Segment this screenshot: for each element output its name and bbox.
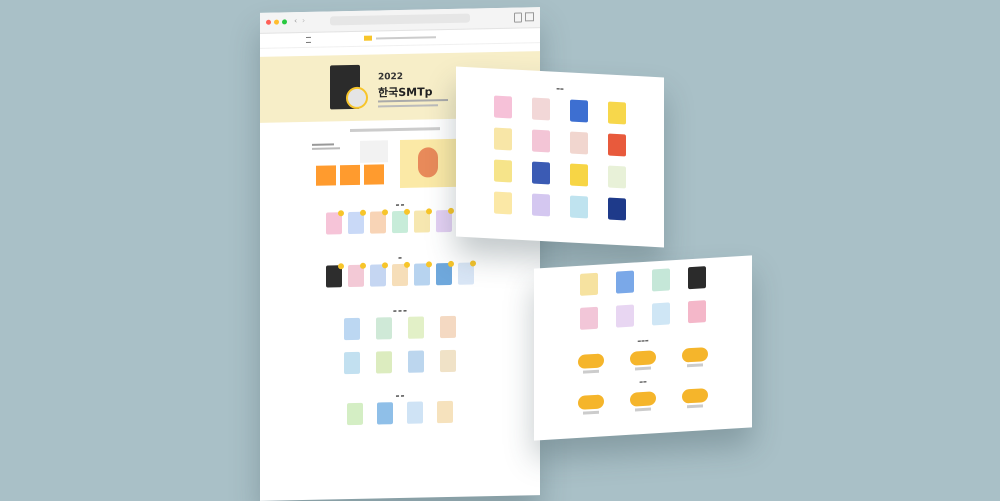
category-button[interactable] — [578, 394, 604, 415]
product-item[interactable] — [570, 99, 588, 123]
product-item[interactable] — [580, 272, 598, 296]
book-item[interactable] — [407, 401, 423, 424]
feature-card[interactable] — [340, 164, 360, 186]
book-row — [260, 399, 540, 427]
hero-disc — [346, 86, 368, 110]
close-dot-icon[interactable] — [266, 19, 271, 25]
tabs-icon[interactable] — [525, 12, 534, 22]
category-button[interactable] — [630, 350, 656, 371]
product-grid-page: ▬▬ — [456, 66, 664, 248]
book-item[interactable] — [347, 402, 363, 426]
book-item[interactable] — [370, 209, 388, 234]
category-row — [534, 344, 752, 374]
book-item[interactable] — [392, 208, 410, 234]
mockup-scene: ‹ › 2022 한국SMTp ▬ ▬ ▬ ▬ ▬ ▬ ▬ ▬ ▬▬ ▬▬▬ ▬… — [0, 0, 1000, 501]
book-row — [260, 314, 540, 342]
book-row — [260, 260, 540, 289]
minimize-dot-icon[interactable] — [274, 19, 279, 25]
book-item[interactable] — [414, 208, 432, 233]
book-item[interactable] — [414, 261, 432, 286]
hero-title: 한국SMTp — [378, 85, 433, 100]
category-button[interactable] — [630, 391, 656, 412]
product-item[interactable] — [494, 191, 512, 215]
maximize-dot-icon[interactable] — [282, 19, 287, 25]
hero-subtext — [378, 98, 448, 103]
section-title — [350, 127, 440, 133]
product-item[interactable] — [608, 133, 626, 157]
hero-year: 2022 — [378, 71, 404, 83]
category-row — [534, 385, 752, 415]
hero-subtext — [378, 104, 438, 108]
product-item[interactable] — [494, 95, 512, 119]
product-item[interactable] — [616, 304, 634, 328]
book-item[interactable] — [437, 400, 453, 424]
book-item[interactable] — [344, 317, 360, 341]
category-button[interactable] — [682, 388, 708, 409]
product-grid — [456, 94, 664, 223]
book-item[interactable] — [436, 260, 454, 286]
book-item[interactable] — [348, 262, 366, 288]
book-item[interactable] — [436, 207, 454, 233]
menu-icon[interactable] — [306, 36, 311, 43]
book-item[interactable] — [440, 349, 456, 373]
book-item[interactable] — [326, 210, 344, 235]
book-item[interactable] — [376, 317, 392, 340]
url-bar[interactable] — [330, 13, 470, 26]
product-item[interactable] — [570, 131, 588, 155]
product-item[interactable] — [616, 270, 634, 294]
feature-card[interactable] — [316, 165, 336, 186]
product-item[interactable] — [532, 193, 550, 217]
book-item[interactable] — [392, 261, 410, 287]
product-item[interactable] — [580, 306, 598, 330]
product-item[interactable] — [608, 101, 626, 125]
product-grid — [534, 263, 752, 332]
book-item[interactable] — [377, 402, 393, 425]
book-item[interactable] — [376, 351, 392, 374]
product-item[interactable] — [688, 300, 706, 324]
product-item[interactable] — [608, 197, 626, 221]
product-item[interactable] — [652, 268, 670, 292]
category-button[interactable] — [682, 347, 708, 368]
product-item[interactable] — [608, 165, 626, 189]
feature-text — [312, 143, 342, 156]
chevron-left-icon[interactable]: ‹ — [294, 16, 297, 25]
book-item[interactable] — [326, 263, 344, 288]
book-item[interactable] — [458, 260, 476, 285]
book-item[interactable] — [440, 315, 456, 339]
product-item[interactable] — [570, 195, 588, 219]
product-item[interactable] — [532, 97, 550, 121]
book-item[interactable] — [408, 316, 424, 339]
product-item[interactable] — [652, 302, 670, 326]
feature-illustration — [400, 138, 460, 188]
category-button[interactable] — [578, 353, 604, 374]
product-item[interactable] — [688, 266, 706, 290]
feature-card[interactable] — [364, 164, 384, 185]
feature-image — [360, 140, 388, 163]
category-page: ▬▬▬ ▬▬ — [534, 255, 752, 441]
product-item[interactable] — [570, 163, 588, 187]
product-item[interactable] — [494, 127, 512, 151]
grid-title: ▬▬ — [556, 85, 564, 92]
book-item[interactable] — [344, 351, 360, 375]
book-item[interactable] — [348, 209, 366, 235]
product-item[interactable] — [532, 129, 550, 153]
product-item[interactable] — [532, 161, 550, 185]
site-logo[interactable] — [364, 35, 372, 41]
product-item[interactable] — [494, 159, 512, 183]
book-item[interactable] — [370, 262, 388, 287]
top-nav[interactable] — [376, 36, 436, 40]
hero-book-cover — [330, 64, 368, 110]
share-icon[interactable] — [514, 12, 522, 23]
book-row — [260, 348, 540, 376]
book-item[interactable] — [408, 350, 424, 373]
chevron-right-icon[interactable]: › — [302, 16, 305, 25]
